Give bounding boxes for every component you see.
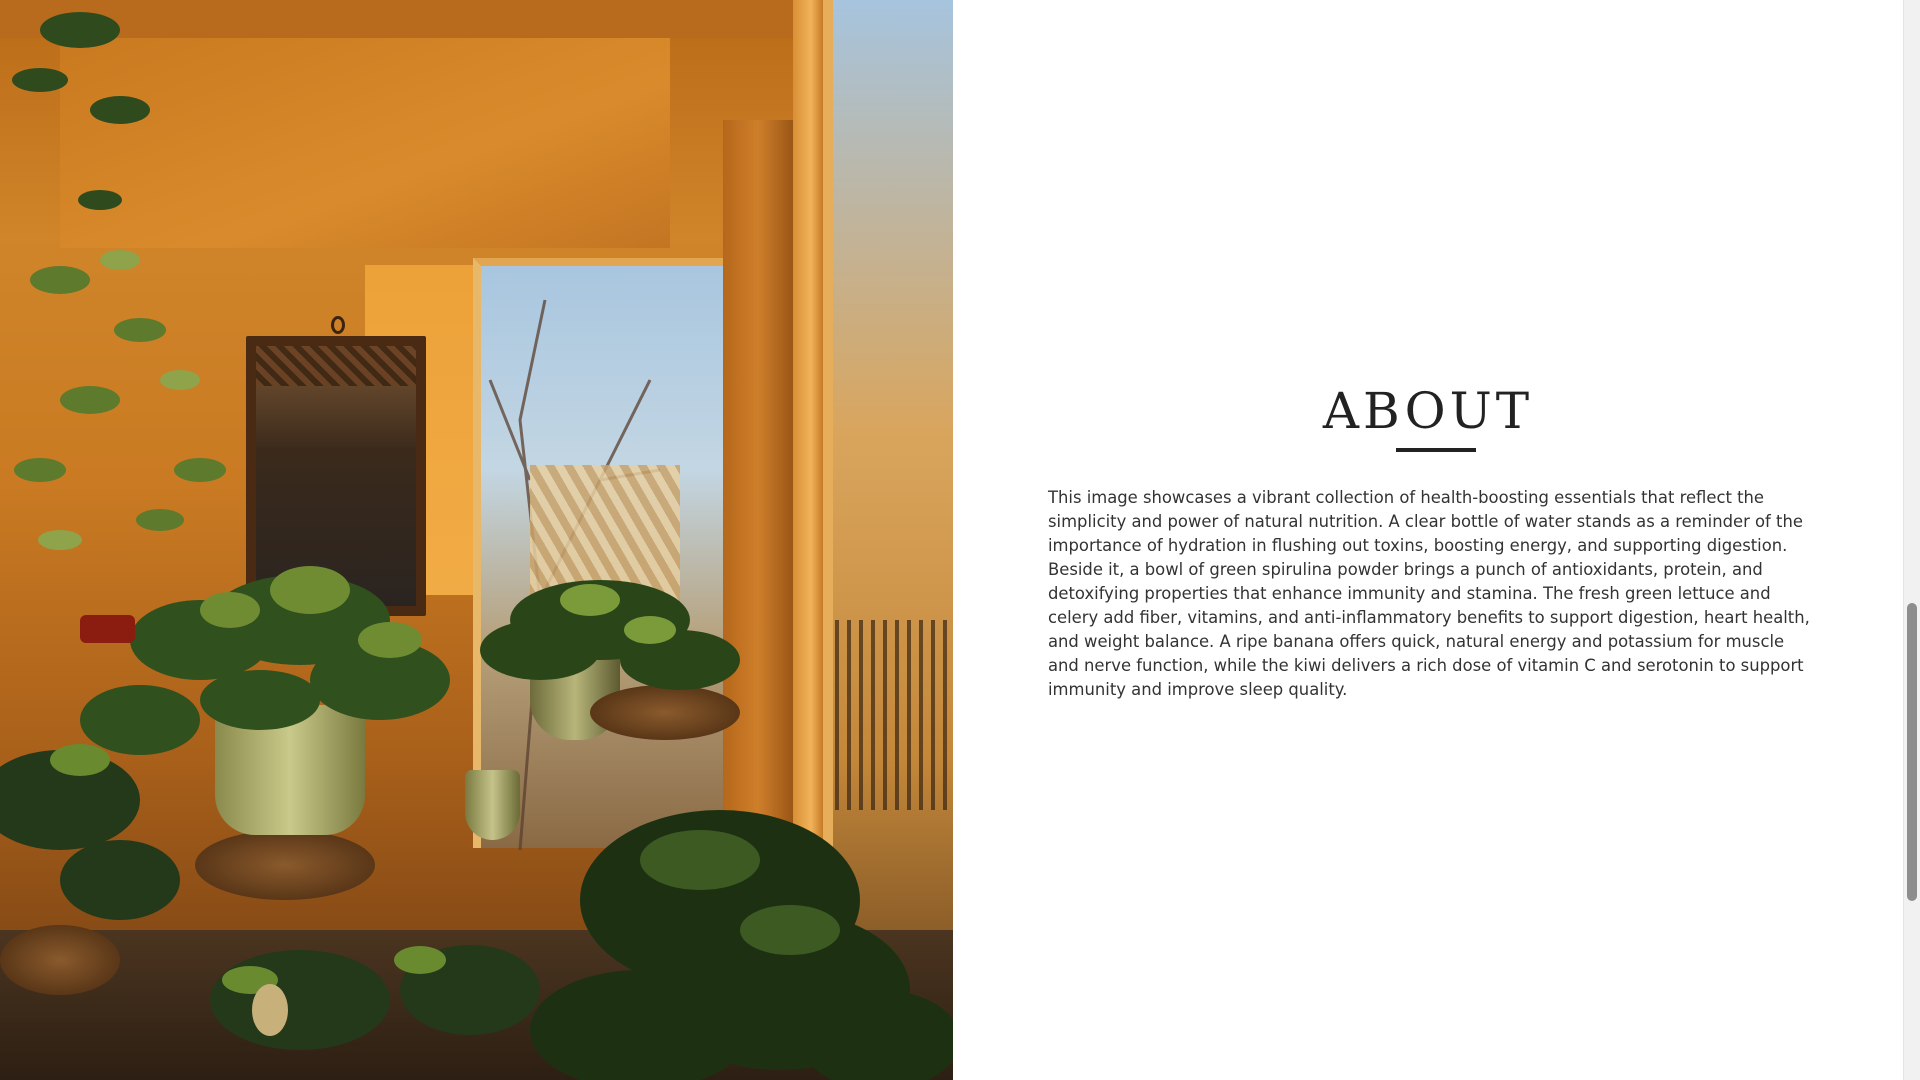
about-heading: ABOUT bbox=[1322, 382, 1534, 440]
about-photo bbox=[0, 0, 953, 1080]
houseplants-foliage bbox=[0, 12, 953, 1080]
about-description: This image showcases a vibrant collectio… bbox=[1048, 488, 1810, 699]
about-page: ABOUT This image showcases a vibrant col… bbox=[0, 0, 1920, 1080]
heading-underline-divider bbox=[1396, 448, 1476, 452]
vertical-scrollbar[interactable] bbox=[1903, 0, 1920, 1080]
scrollbar-thumb[interactable] bbox=[1907, 603, 1917, 901]
about-section: ABOUT This image showcases a vibrant col… bbox=[953, 0, 1920, 1080]
